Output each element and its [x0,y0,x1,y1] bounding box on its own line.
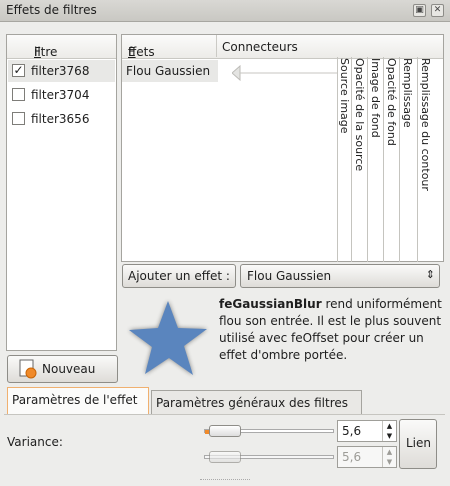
window-titlebar: Effets de filtres ▣ ✕ [0,0,450,22]
link-button[interactable]: Lien [399,419,437,469]
connector-divider [383,57,384,262]
column-divider [216,35,217,57]
effect-row[interactable]: Flou Gaussien [122,60,218,82]
spin-down-icon[interactable]: ▼ [383,431,396,441]
filter-label: filter3768 [31,64,90,78]
connector-label: Source image [338,58,351,134]
variance-spinbox-2: 5,6 ▲ ▼ [337,446,397,468]
add-effect-label: Ajouter un effet : [128,269,230,283]
star-icon [129,301,207,375]
parameter-area: Variance: 5,6 ▲ ▼ 5,6 ▲ ▼ Lien [4,414,445,476]
connector-label: Image de fond [369,58,382,138]
effects-header: Effets Connecteurs [122,35,443,59]
variance-value-1: 5,6 [342,424,362,438]
tab-label: Paramètres généraux des filtres [156,396,348,410]
connector-label: Opacité de la source [353,58,366,172]
new-button-label: Nouveau [42,362,96,376]
filter-checkbox[interactable] [12,112,25,125]
add-effect-button[interactable]: Ajouter un effet : [122,264,236,288]
spin-up-icon[interactable]: ▲ [383,421,396,431]
effect-description: feGaussianBlur rend uniformément flou so… [219,296,444,364]
tab-general-filter-parameters[interactable]: Paramètres généraux des filtres [151,390,362,414]
connectors-header-label[interactable]: Connecteurs [222,40,298,54]
effect-type-value: Flou Gaussien [247,269,332,283]
connector-divider [351,57,352,262]
filter-row[interactable]: filter3704 [8,84,115,106]
connector-label: Remplissage du contour [419,58,432,191]
filter-label: filter3656 [31,112,90,126]
tab-effect-parameters[interactable]: Paramètres de l'effet [7,387,149,415]
filter-label: filter3704 [31,88,90,102]
close-icon[interactable]: ✕ [431,4,444,17]
filter-checkbox-checked[interactable]: ✓ [12,64,25,77]
filter-list-header[interactable]: Filtre [7,35,116,59]
connector-label: Opacité de fond [385,58,398,146]
variance-slider-handle[interactable] [209,425,241,437]
connector-divider [399,57,400,262]
connector-label: Remplissage [401,58,414,128]
connector-divider [417,57,418,262]
connector-arrow-icon [232,65,337,81]
restore-icon[interactable]: ▣ [413,4,426,17]
filter-list: Filtre ✓ filter3768 filter3704 filter365… [6,34,117,351]
resize-grip[interactable] [200,479,250,482]
variance-slider-2-handle [209,451,241,463]
filter-checkbox[interactable] [12,88,25,101]
spin-down-icon: ▼ [386,458,393,466]
spinbox-arrows-disabled: ▲ ▼ [382,447,396,467]
new-filter-button[interactable]: Nouveau [7,355,118,383]
link-button-label: Lien [406,436,432,450]
effects-header-text: ffets [128,45,155,59]
filter-row[interactable]: ✓ filter3768 [8,60,115,82]
effect-description-title: feGaussianBlur [219,297,322,311]
window-title: Effets de filtres [6,3,97,17]
new-document-icon [19,359,37,379]
spin-up-icon: ▲ [386,448,393,456]
variance-spinbox-1[interactable]: 5,6 ▲ ▼ [337,420,397,442]
variance-label: Variance: [7,435,63,449]
connector-divider [367,57,368,262]
effect-type-select[interactable]: Flou Gaussien ⇕ [240,264,440,288]
filter-header-text: iltre [34,45,58,59]
effect-label: Flou Gaussien [126,64,211,78]
select-arrow-icon: ⇕ [425,268,435,281]
variance-value-2: 5,6 [342,450,362,464]
filter-row[interactable]: filter3656 [8,108,115,130]
spinbox-arrows[interactable]: ▲ ▼ [382,421,396,441]
tab-label: Paramètres de l'effet [12,393,138,407]
